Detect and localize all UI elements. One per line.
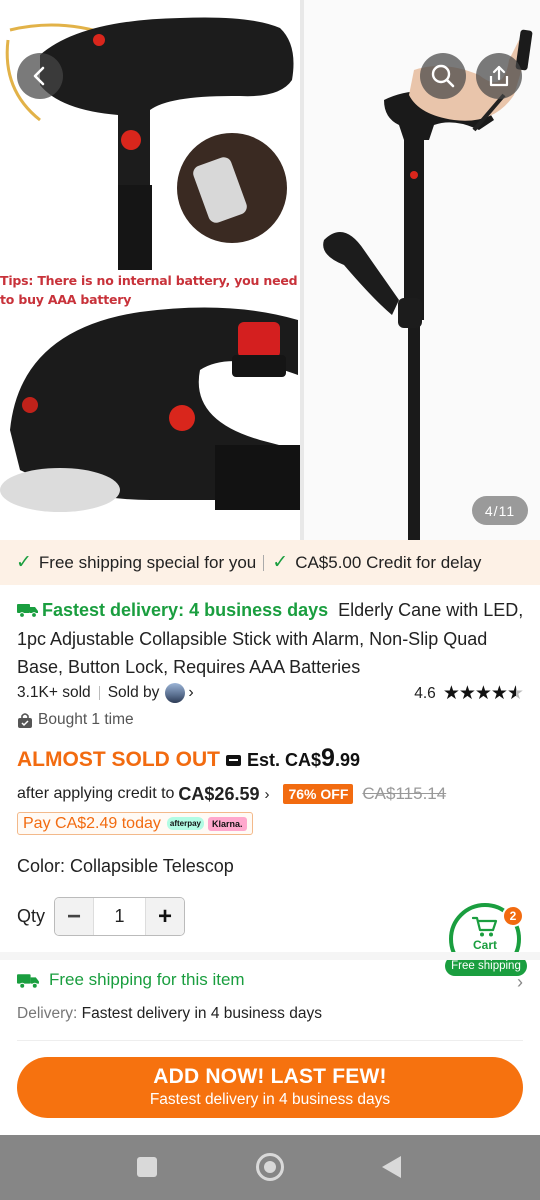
- delivery-value: Fastest delivery in 4 business days: [81, 1005, 322, 1022]
- price-row: ALMOST SOLD OUT Est. CA$9.99: [17, 744, 360, 776]
- floating-cart-button[interactable]: Cart 2 Free shipping: [445, 903, 527, 976]
- shopping-bag-icon: [18, 712, 32, 728]
- section-divider: [0, 952, 540, 960]
- estimated-price: Est. CA$9.99: [247, 744, 360, 773]
- sold-by-label: Sold by: [107, 684, 160, 701]
- divider: [17, 1040, 523, 1041]
- coupon-ticket-icon: [226, 755, 241, 766]
- pay-today-text: Pay CA$2.49 today: [23, 814, 161, 832]
- credit-text: after applying credit to: [17, 785, 175, 802]
- tips-text: Tips: There is no internal battery, you …: [0, 273, 298, 307]
- est-prefix: Est. CA$: [247, 750, 322, 770]
- est-price-int: 9: [321, 744, 335, 772]
- seller-avatar[interactable]: [165, 683, 186, 703]
- product-title-block: Fastest delivery: 4 business days Elderl…: [17, 596, 527, 682]
- est-price-dec: .99: [334, 750, 360, 770]
- chevron-right-icon[interactable]: ›: [188, 684, 193, 702]
- almost-sold-out-label: ALMOST SOLD OUT: [17, 748, 220, 771]
- chevron-right-icon: ›: [264, 785, 270, 803]
- klarna-logo: Klarna.: [208, 816, 247, 831]
- system-navigation-bar: [0, 1135, 540, 1200]
- add-to-cart-button[interactable]: ADD NOW! LAST FEW! Fastest delivery in 4…: [17, 1057, 523, 1118]
- increase-qty-button[interactable]: +: [146, 898, 184, 935]
- check-icon: ✓: [16, 552, 32, 573]
- benefit-bar[interactable]: ✓ Free shipping special for you ✓ CA$5.0…: [0, 540, 540, 585]
- credit-price: CA$26.59: [178, 783, 260, 804]
- fastest-delivery-badge: Fastest delivery: 4 business days: [42, 600, 329, 620]
- cart-label: Cart: [472, 938, 497, 952]
- system-back-button[interactable]: [382, 1156, 401, 1178]
- chevron-left-icon: [33, 66, 45, 86]
- recent-apps-button[interactable]: [137, 1157, 157, 1177]
- star-rating-icon: ★★★★★: [442, 683, 524, 704]
- search-icon: [431, 64, 455, 88]
- credit-row[interactable]: after applying credit to CA$26.59 › 76% …: [17, 782, 446, 806]
- credit-benefit: CA$5.00 Credit for delay: [295, 552, 482, 572]
- qty-label: Qty: [17, 906, 46, 926]
- discount-badge: 76% OFF: [283, 784, 354, 804]
- original-price: CA$115.14: [362, 784, 447, 803]
- truck-icon: [17, 973, 39, 989]
- share-button[interactable]: [476, 53, 522, 99]
- delivery-label: Delivery:: [17, 1005, 78, 1022]
- color-value: Collapsible Telescop: [70, 856, 234, 876]
- cta-main-label: ADD NOW! LAST FEW!: [153, 1065, 387, 1088]
- free-shipping-row[interactable]: Free shipping for this item: [17, 969, 245, 991]
- free-shipping-title: Free shipping for this item: [49, 970, 245, 989]
- color-selection[interactable]: Color: Collapsible Telescop: [17, 856, 234, 877]
- search-button[interactable]: [420, 53, 466, 99]
- sold-count: 3.1K+ sold: [17, 684, 91, 701]
- image-counter: 4/11: [472, 496, 528, 525]
- share-icon: [489, 65, 509, 87]
- truck-icon: [17, 604, 38, 618]
- meta-separator: [98, 686, 100, 700]
- qty-value[interactable]: 1: [93, 898, 146, 935]
- cart-count-badge: 2: [502, 905, 524, 927]
- decrease-qty-button[interactable]: −: [55, 898, 93, 935]
- delivery-row: Delivery: Fastest delivery in 4 business…: [17, 1005, 322, 1023]
- pay-later-banner[interactable]: Pay CA$2.49 today afterpay Klarna.: [17, 812, 253, 835]
- afterpay-logo: afterpay: [166, 817, 204, 830]
- rating-summary[interactable]: 4.6 ★★★★★: [414, 682, 524, 705]
- bought-row: Bought 1 time: [17, 709, 134, 731]
- color-label: Color:: [17, 856, 66, 876]
- product-image-gallery[interactable]: Tips: There is no internal battery, you …: [0, 0, 540, 540]
- check-icon: ✓: [272, 552, 289, 573]
- cta-sub-label: Fastest delivery in 4 business days: [149, 1091, 391, 1108]
- benefit-separator: [263, 554, 265, 571]
- free-shipping-benefit: Free shipping special for you: [38, 552, 257, 572]
- rating-value: 4.6: [414, 684, 436, 702]
- bought-count: Bought 1 time: [38, 711, 134, 728]
- quantity-stepper[interactable]: − 1 +: [54, 897, 185, 936]
- back-button[interactable]: [17, 53, 63, 99]
- cart-icon: [472, 916, 498, 937]
- home-button[interactable]: [256, 1153, 284, 1181]
- chevron-right-icon[interactable]: ›: [517, 972, 523, 993]
